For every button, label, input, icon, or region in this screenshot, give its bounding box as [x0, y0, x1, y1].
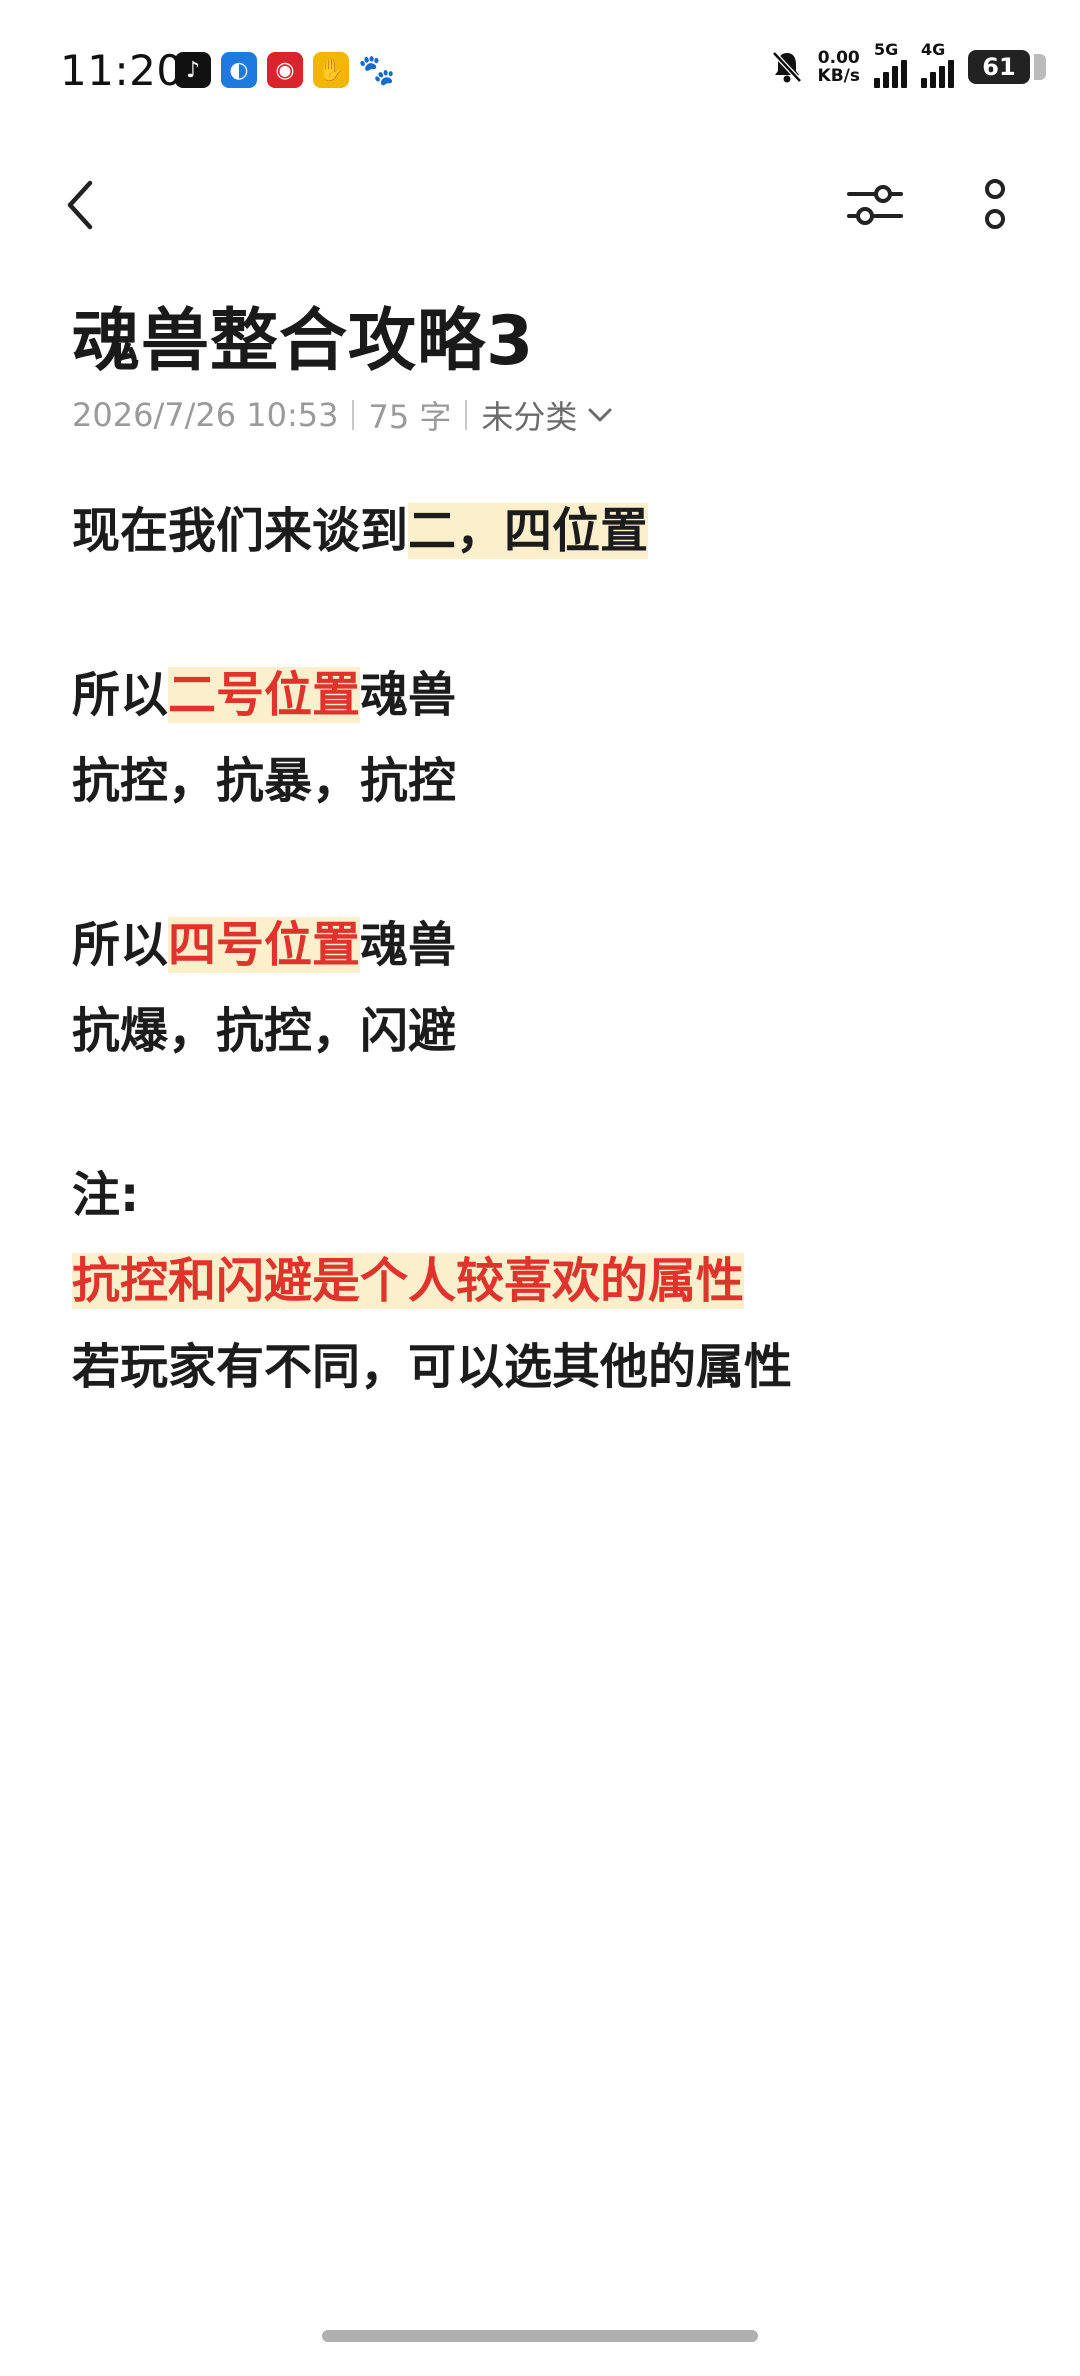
highlighted-red-text: 二号位置: [168, 667, 361, 723]
baidu-paw-icon: 🐾: [358, 52, 396, 88]
browser-icon: ◐: [221, 52, 257, 88]
chevron-left-icon: [67, 180, 93, 230]
note-title[interactable]: 魂兽整合攻略3: [72, 285, 534, 384]
home-indicator[interactable]: [322, 2330, 758, 2342]
note-body[interactable]: 现在我们来谈到二，四位置 所以二号位置魂兽 抗控，抗暴，抗控 所以四号位置魂兽 …: [72, 488, 1012, 1410]
status-indicators: 0.00 KB/s 5G 4G 61: [770, 40, 1046, 88]
word-count: 75 字: [368, 398, 452, 436]
body-line: 抗爆，抗控，闪避: [72, 1003, 457, 1059]
divider: [465, 400, 468, 430]
adjust-button[interactable]: [840, 170, 910, 240]
more-options-button[interactable]: [960, 170, 1030, 240]
note-meta: 2026/7/26 10:53 75 字 未分类: [72, 392, 613, 438]
body-line: 抗控和闪避是个人较喜欢的属性: [72, 1238, 1012, 1324]
category-selector[interactable]: 未分类: [481, 392, 613, 438]
chevron-down-icon: [588, 408, 612, 422]
highlighted-red-text: 抗控和闪避是个人较喜欢的属性: [72, 1253, 745, 1309]
mute-bell-icon: [771, 51, 802, 83]
more-vertical-icon: [985, 179, 1005, 229]
divider: [352, 400, 355, 430]
status-bar: 11:20 ♪ ◐ ◉ ✋ 🐾 0.00 KB/s 5G 4G 61: [0, 0, 1080, 140]
body-line: 抗控，抗暴，抗控: [72, 753, 457, 809]
body-line: 若玩家有不同，可以选其他的属性: [72, 1339, 793, 1395]
highlighted-red-text: 四号位置: [168, 917, 361, 973]
signal-5g: 5G: [874, 40, 907, 88]
battery-indicator: 61: [968, 50, 1046, 84]
sliders-icon: [847, 185, 903, 225]
status-time: 11:20: [60, 46, 184, 95]
note-date: 2026/7/26 10:53: [72, 396, 339, 434]
body-line: 现在我们来谈到二，四位置: [72, 503, 649, 559]
network-speed: 0.00 KB/s: [817, 48, 860, 86]
category-label: 未分类: [481, 398, 578, 436]
body-line: 所以四号位置魂兽: [72, 917, 457, 973]
signal-4g: 4G: [921, 40, 954, 88]
back-button[interactable]: [60, 170, 130, 240]
body-line: 注:: [72, 1167, 140, 1223]
body-line: 所以二号位置魂兽: [72, 667, 457, 723]
highlighted-text: 二，四位置: [408, 503, 649, 559]
tiktok-icon: ♪: [175, 52, 211, 88]
yellow-app-icon: ✋: [313, 52, 349, 88]
notification-app-icons: ♪ ◐ ◉ ✋ 🐾: [175, 52, 396, 88]
note-toolbar: [0, 150, 1080, 260]
red-app-icon: ◉: [267, 52, 303, 88]
